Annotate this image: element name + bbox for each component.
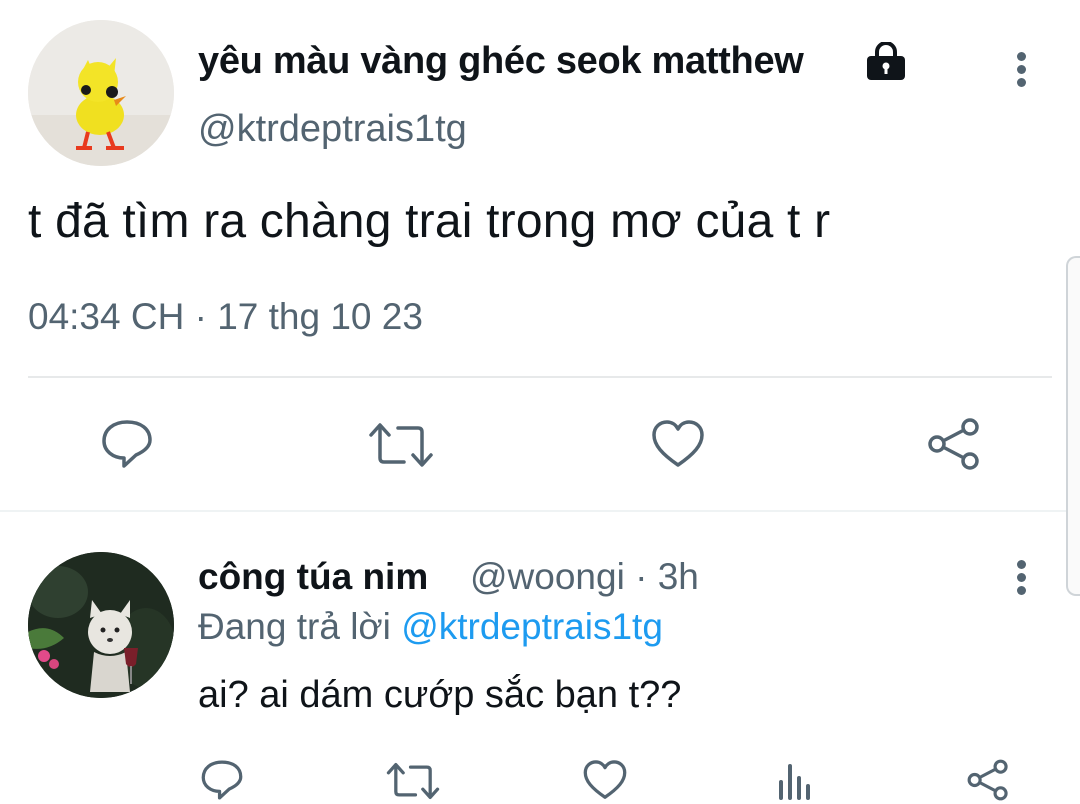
views-icon[interactable] [776, 760, 816, 800]
section-divider [0, 510, 1080, 512]
like-icon[interactable] [650, 418, 706, 470]
tweet-date: 17 thg 10 23 [217, 296, 423, 337]
replying-prefix: Đang trả lời [198, 606, 391, 647]
reply-age[interactable]: 3h [658, 556, 699, 597]
duck-toy-image [28, 20, 174, 166]
lock-icon [867, 42, 905, 80]
share-icon[interactable] [966, 758, 1010, 802]
retweet-icon[interactable] [386, 760, 440, 802]
handle[interactable]: @ktrdeptrais1tg [198, 108, 467, 151]
like-icon[interactable] [582, 758, 628, 802]
main-tweet: yêu màu vàng ghéc seok matthew @ktrdeptr… [0, 0, 1080, 512]
meta-separator: · [194, 296, 207, 337]
reply-handle[interactable]: @woongi [470, 556, 625, 597]
more-options-icon[interactable] [1014, 558, 1028, 598]
tweet-text: t đã tìm ra chàng trai trong mơ của t r [28, 195, 831, 248]
replying-to: Đang trả lời @ktrdeptrais1tg [198, 606, 663, 648]
retweet-icon[interactable] [368, 420, 434, 470]
meta-separator: · [635, 556, 648, 597]
share-icon[interactable] [926, 416, 982, 472]
reply-handle-line: @woongi · 3h [470, 556, 699, 598]
dog-photo-image [28, 552, 174, 698]
avatar[interactable] [28, 20, 174, 166]
reply-icon[interactable] [200, 758, 244, 802]
avatar[interactable] [28, 552, 174, 698]
reply-icon[interactable] [100, 418, 154, 470]
replying-mention-link[interactable]: @ktrdeptrais1tg [401, 606, 663, 647]
scrollbar[interactable] [1066, 256, 1080, 596]
reply-display-name[interactable]: công túa nim [198, 556, 428, 598]
tweet-time: 04:34 CH [28, 296, 185, 337]
more-options-icon[interactable] [1014, 50, 1028, 90]
divider [28, 376, 1052, 378]
reply-text: ai? ai dám cướp sắc bạn t?? [198, 674, 682, 716]
tweet-timestamp[interactable]: 04:34 CH · 17 thg 10 23 [28, 296, 423, 338]
display-name[interactable]: yêu màu vàng ghéc seok matthew [198, 40, 804, 83]
